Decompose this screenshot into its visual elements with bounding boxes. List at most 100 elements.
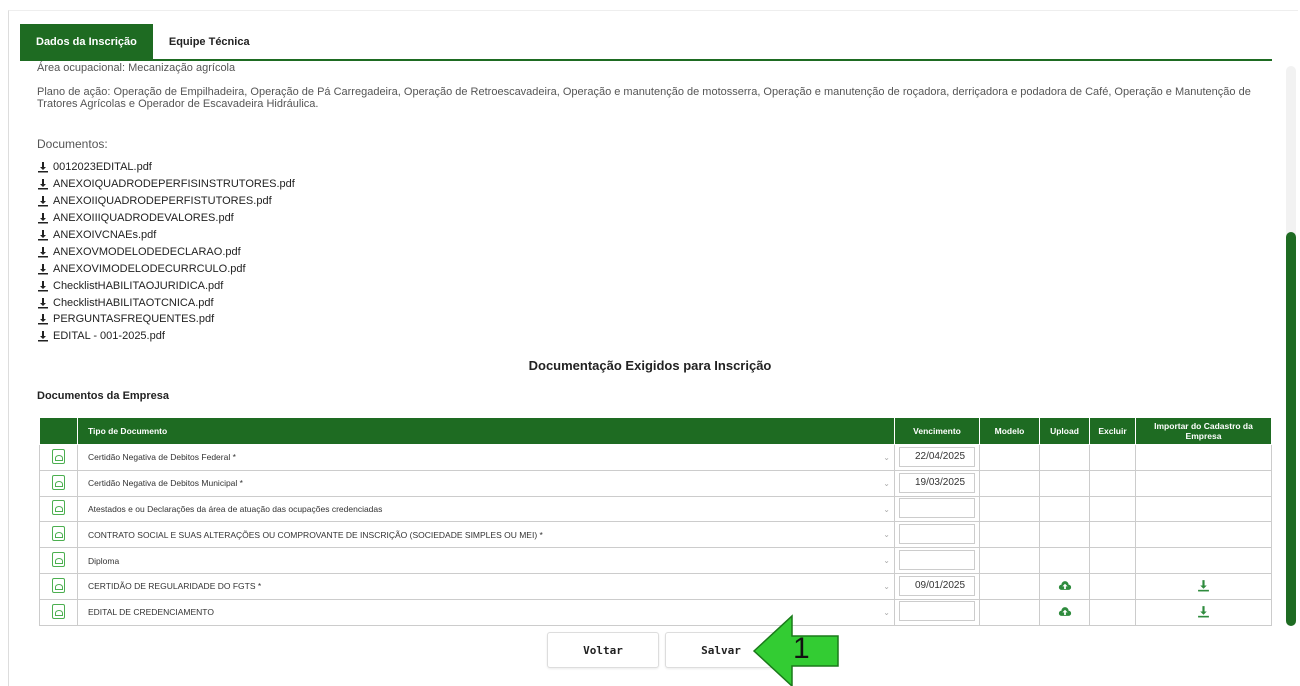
download-icon — [38, 213, 48, 224]
pdf-icon[interactable] — [52, 500, 65, 516]
table-header-row: Tipo de Documento Vencimento Modelo Uplo… — [39, 417, 1272, 445]
document-link[interactable]: ANEXOIQUADRODEPERFISINSTRUTORES.pdf — [37, 176, 295, 193]
vencimento-field[interactable] — [899, 497, 975, 518]
tipo-cell: Atestados e ou Declarações da área de at… — [77, 495, 895, 523]
chevron-down-icon[interactable]: ⌄ — [883, 530, 890, 539]
excluir-cell — [1089, 444, 1136, 471]
vencimento-field[interactable] — [899, 549, 975, 570]
table-row: CERTIDÃO DE REGULARIDADE DO FGTS * ⌄ 09/01… — [39, 572, 1272, 600]
importar-cell — [1135, 598, 1272, 626]
cloud-upload-icon[interactable] — [1058, 580, 1072, 591]
tipo-label: Certidão Negativa de Debitos Federal * — [88, 452, 236, 463]
excluir-cell — [1089, 521, 1136, 549]
excluir-cell — [1089, 598, 1136, 626]
vencimento-cell: 19/03/2025 — [894, 469, 980, 497]
chevron-down-icon[interactable]: ⌄ — [883, 582, 890, 591]
cloud-upload-icon[interactable] — [1058, 606, 1072, 617]
modelo-cell — [979, 469, 1040, 497]
table-row: CONTRATO SOCIAL E SUAS ALTERAÇÕES OU COM… — [39, 521, 1272, 549]
document-link[interactable]: ChecklistHABILITAOJURIDICA.pdf — [37, 277, 295, 294]
document-name: ANEXOVMODELODEDECLARAO.pdf — [53, 245, 241, 258]
vencimento-field[interactable] — [899, 523, 975, 544]
tab-underline — [20, 59, 1272, 61]
excluir-cell — [1089, 469, 1136, 497]
vencimento-cell — [894, 547, 980, 574]
tipo-label: Diploma — [88, 555, 120, 566]
vencimento-cell — [894, 598, 980, 626]
document-name: ANEXOIIIQUADRODEVALORES.pdf — [53, 212, 234, 225]
document-name: ANEXOIIQUADRODEPERFISTUTORES.pdf — [53, 195, 272, 208]
upload-cell — [1039, 469, 1090, 497]
tipo-cell: Diploma ⌄ — [77, 547, 895, 574]
pdf-cell — [39, 598, 78, 626]
pdf-icon[interactable] — [52, 474, 65, 490]
header-importar: Importar do Cadastro da Empresa — [1135, 417, 1272, 445]
tipo-cell: Certidão Negativa de Debitos Federal * ⌄ — [77, 444, 895, 471]
chevron-down-icon[interactable]: ⌄ — [883, 453, 890, 462]
document-link[interactable]: ANEXOIVCNAEs.pdf — [37, 227, 295, 244]
header-tipo: Tipo de Documento — [77, 417, 895, 445]
header-excluir: Excluir — [1089, 417, 1136, 445]
excluir-cell — [1089, 572, 1136, 600]
document-link[interactable]: ANEXOIIIQUADRODEVALORES.pdf — [37, 210, 295, 227]
document-link[interactable]: ChecklistHABILITAOTCNICA.pdf — [37, 294, 295, 311]
documentos-label: Documentos: — [37, 137, 108, 151]
document-name: ANEXOIQUADRODEPERFISINSTRUTORES.pdf — [53, 178, 295, 191]
download-icon[interactable] — [1197, 579, 1210, 592]
vencimento-field[interactable]: 09/01/2025 — [899, 576, 975, 597]
pdf-cell — [39, 495, 78, 523]
upload-cell — [1039, 598, 1090, 626]
table-row: Certidão Negativa de Debitos Federal * ⌄ 2… — [39, 444, 1272, 471]
document-link[interactable]: EDITAL - 001-2025.pdf — [37, 328, 295, 345]
document-link[interactable]: ANEXOVMODELODEDECLARAO.pdf — [37, 243, 295, 260]
excluir-cell — [1089, 495, 1136, 523]
download-icon — [38, 297, 48, 309]
vencimento-field[interactable] — [899, 601, 975, 622]
document-link[interactable]: ANEXOIIQUADRODEPERFISTUTORES.pdf — [37, 193, 295, 210]
tab-dados-inscricao[interactable]: Dados da Inscrição — [20, 24, 153, 60]
importar-cell — [1135, 521, 1272, 549]
document-name: PERGUNTASFREQUENTES.pdf — [53, 313, 215, 326]
document-link[interactable]: 0012023EDITAL.pdf — [37, 159, 295, 176]
chevron-down-icon[interactable]: ⌄ — [883, 556, 890, 565]
pdf-cell — [39, 572, 78, 600]
upload-cell — [1039, 444, 1090, 471]
tipo-label: Certidão Negativa de Debitos Municipal * — [88, 478, 243, 489]
pdf-icon[interactable] — [52, 552, 65, 568]
document-name: ChecklistHABILITAOJURIDICA.pdf — [53, 279, 224, 292]
tab-bar: Dados da Inscrição Equipe Técnica — [20, 24, 266, 60]
scrollbar-thumb[interactable] — [1286, 232, 1296, 626]
pdf-cell — [39, 547, 78, 574]
document-name: ANEXOIVCNAEs.pdf — [53, 229, 157, 241]
pdf-icon[interactable] — [52, 603, 65, 619]
chevron-down-icon[interactable]: ⌄ — [883, 479, 890, 488]
pdf-icon[interactable] — [52, 577, 65, 593]
document-link[interactable]: PERGUNTASFREQUENTES.pdf — [37, 311, 295, 328]
modelo-cell — [979, 547, 1040, 574]
table-row: EDITAL DE CREDENCIAMENTO ⌄ — [39, 598, 1272, 626]
tab-equipe-tecnica[interactable]: Equipe Técnica — [153, 24, 266, 60]
plano-de-acao: Plano de ação: Operação de Empilhadeira,… — [37, 86, 1251, 110]
modelo-cell — [979, 598, 1040, 626]
document-name: ANEXOVIMODELODECURRCULO.pdf — [53, 262, 246, 275]
document-name: ChecklistHABILITAOTCNICA.pdf — [53, 296, 214, 309]
download-icon[interactable] — [1197, 605, 1210, 618]
document-link[interactable]: ANEXOVIMODELODECURRCULO.pdf — [37, 260, 295, 277]
importar-cell — [1135, 469, 1272, 497]
upload-cell — [1039, 572, 1090, 600]
chevron-down-icon[interactable]: ⌄ — [883, 505, 890, 514]
modelo-cell — [979, 572, 1040, 600]
area-ocupacional: Área ocupacional: Mecanização agrícola — [37, 62, 236, 74]
header-vencimento: Vencimento — [894, 417, 980, 445]
chevron-down-icon[interactable]: ⌄ — [883, 608, 890, 617]
tipo-label: Atestados e ou Declarações da área de at… — [88, 503, 383, 514]
tipo-cell: Certidão Negativa de Debitos Municipal *… — [77, 469, 895, 497]
pdf-cell — [39, 521, 78, 549]
vencimento-field[interactable]: 22/04/2025 — [899, 447, 975, 468]
vencimento-cell: 09/01/2025 — [894, 572, 980, 600]
pdf-icon[interactable] — [52, 448, 65, 464]
tipo-cell: CERTIDÃO DE REGULARIDADE DO FGTS * ⌄ — [77, 572, 895, 600]
pdf-icon[interactable] — [52, 526, 65, 542]
vencimento-field[interactable]: 19/03/2025 — [899, 473, 975, 494]
voltar-button[interactable]: Voltar — [547, 632, 659, 668]
